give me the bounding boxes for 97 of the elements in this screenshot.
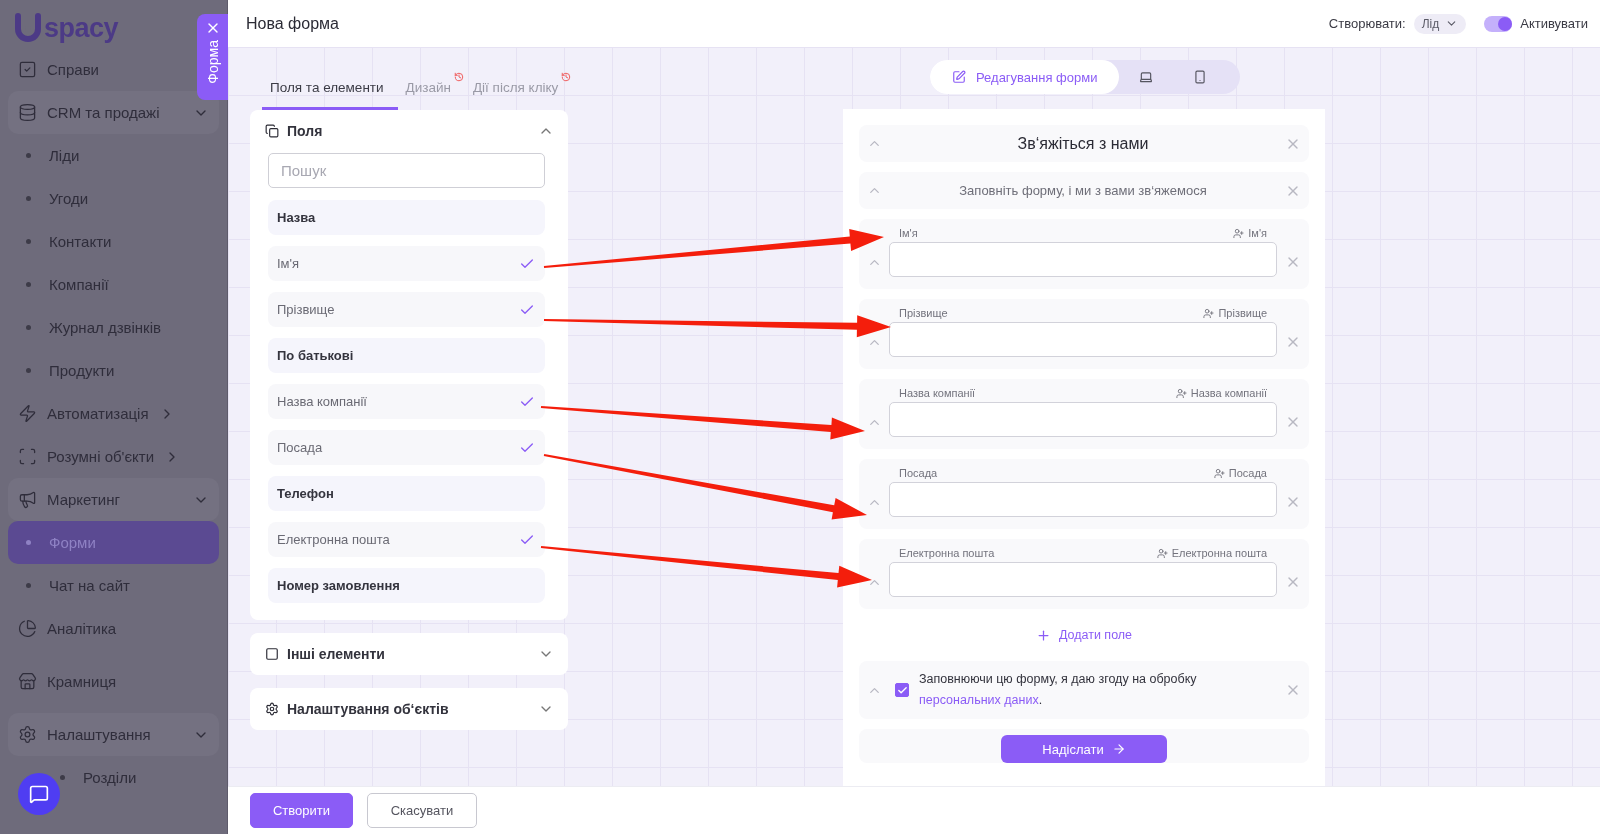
- phone-icon: [1193, 70, 1208, 84]
- nav-subitem[interactable]: Контакти: [8, 220, 126, 263]
- form-panel-tab[interactable]: Форма: [197, 14, 228, 100]
- field-option[interactable]: Ім'я: [268, 246, 545, 281]
- field-option[interactable]: По батькові: [268, 338, 545, 373]
- scan-frame-icon: [18, 447, 37, 466]
- bullet-icon: [60, 775, 65, 780]
- privacy-link[interactable]: персональних даних: [919, 693, 1039, 707]
- nav-subitem[interactable]: Продукти: [8, 349, 129, 392]
- history-icon: [453, 72, 464, 82]
- field-mapping: Назва компанії: [1190, 387, 1267, 399]
- user-plus-icon: [1213, 467, 1225, 479]
- nav-item[interactable]: Аналітика: [8, 607, 131, 650]
- settings-icon: [265, 702, 279, 716]
- history-icon: [561, 72, 572, 82]
- create-label: Створювати:: [1328, 16, 1406, 31]
- bullet-icon: [26, 239, 31, 244]
- bullet-icon: [26, 196, 31, 201]
- field-mapping: Ім'я: [1248, 227, 1267, 239]
- section-title: Поля: [287, 123, 324, 139]
- settings-icon: [18, 725, 37, 744]
- form-subtitle: Заповніть форму, і ми з вами зв‘яжемося: [958, 183, 1208, 198]
- frame-icon: [265, 647, 279, 661]
- field-option[interactable]: Номер замовлення: [268, 568, 545, 603]
- field-label: Прізвище: [899, 307, 948, 319]
- user-plus-icon: [1203, 307, 1215, 319]
- bullet-icon: [26, 583, 31, 588]
- field-mapping: Електронна пошта: [1171, 547, 1267, 559]
- nav-subitem[interactable]: Журнал дзвінків: [8, 306, 175, 349]
- edit-icon: [952, 70, 966, 84]
- logo-mark-icon: [14, 13, 42, 43]
- tab[interactable]: Дизайн: [397, 70, 465, 110]
- nav-subitem[interactable]: Ліди: [8, 134, 94, 177]
- entity-select[interactable]: Лід: [1413, 13, 1467, 34]
- activate-label: Активувати: [1520, 16, 1588, 31]
- nav-item[interactable]: Справи: [8, 48, 113, 91]
- nav-subitem[interactable]: Розділи: [8, 756, 151, 799]
- checkbox-icon: [18, 60, 37, 79]
- field-option[interactable]: Телефон: [268, 476, 545, 511]
- field-label: Електронна пошта: [899, 547, 995, 559]
- input-field[interactable]: [889, 562, 1277, 597]
- laptop-icon: [1139, 70, 1154, 84]
- input-field[interactable]: [889, 242, 1277, 277]
- section-title: Інші елементи: [287, 646, 386, 662]
- user-plus-icon: [1233, 227, 1245, 239]
- nav-subitem[interactable]: Угоди: [8, 177, 103, 220]
- field-label: Назва компанії: [899, 387, 976, 399]
- nav-item[interactable]: Налаштування: [8, 713, 219, 756]
- create-button[interactable]: Створити: [250, 793, 353, 828]
- form-title: Зв‘яжіться з нами: [1016, 134, 1150, 153]
- field-option[interactable]: Посада: [268, 430, 545, 465]
- bullet-icon: [26, 153, 31, 158]
- nav-item[interactable]: Маркетинг: [8, 478, 219, 521]
- fields-icon: [265, 124, 279, 138]
- field-option[interactable]: Назва компанії: [268, 384, 545, 419]
- user-plus-icon: [1175, 387, 1187, 399]
- nav-subitem[interactable]: Форми: [8, 521, 219, 564]
- activate-toggle[interactable]: [1484, 15, 1513, 32]
- field-mapping: Посада: [1228, 467, 1267, 479]
- nav-subitem[interactable]: Чат на сайт: [8, 564, 144, 607]
- bullet-icon: [26, 540, 31, 545]
- section-title: Налаштування об‘єктів: [287, 701, 450, 717]
- plus-icon: [1035, 627, 1051, 643]
- input-field[interactable]: [889, 402, 1277, 437]
- bullet-icon: [26, 368, 31, 373]
- database-icon: [18, 103, 37, 122]
- field-option[interactable]: Прізвище: [268, 292, 545, 327]
- submit-button[interactable]: Надіслати: [1001, 735, 1167, 763]
- search-field[interactable]: Пошук: [268, 153, 545, 188]
- bullet-icon: [26, 325, 31, 330]
- store-icon: [18, 672, 37, 691]
- view-mode-button[interactable]: Редагування форми: [930, 60, 1120, 94]
- cancel-button[interactable]: Скасувати: [367, 793, 477, 828]
- chat-icon: [29, 784, 49, 804]
- consent-text: Заповнюючи цю форму, я даю згоду на обробку персональних даних.: [919, 671, 1198, 709]
- field-option[interactable]: Електронна пошта: [268, 522, 545, 557]
- field-mapping: Прізвище: [1218, 307, 1267, 319]
- input-field[interactable]: [889, 482, 1277, 517]
- arrow-right-icon: [1111, 742, 1126, 756]
- nav-item[interactable]: CRM та продажі: [8, 91, 219, 134]
- nav-item[interactable]: Автоматизація: [8, 392, 189, 435]
- megaphone-icon: [18, 490, 37, 509]
- field-label: Посада: [899, 467, 938, 479]
- input-field[interactable]: [889, 322, 1277, 357]
- nav-subitem[interactable]: Компанії: [8, 263, 123, 306]
- add-field-button[interactable]: Додати поле: [1029, 621, 1139, 649]
- field-label: Ім'я: [899, 227, 918, 239]
- chart-icon: [18, 619, 37, 638]
- user-plus-icon: [1156, 547, 1168, 559]
- tab[interactable]: Дії після кліку: [464, 70, 573, 110]
- bullet-icon: [26, 282, 31, 287]
- nav-item[interactable]: Крамниця: [8, 660, 131, 703]
- page-title: Нова форма: [246, 14, 340, 33]
- consent-checkbox[interactable]: [895, 683, 909, 697]
- lightning-icon: [18, 404, 37, 423]
- field-option[interactable]: Назва: [268, 200, 545, 235]
- nav-item[interactable]: Розумні об'єкти: [8, 435, 195, 478]
